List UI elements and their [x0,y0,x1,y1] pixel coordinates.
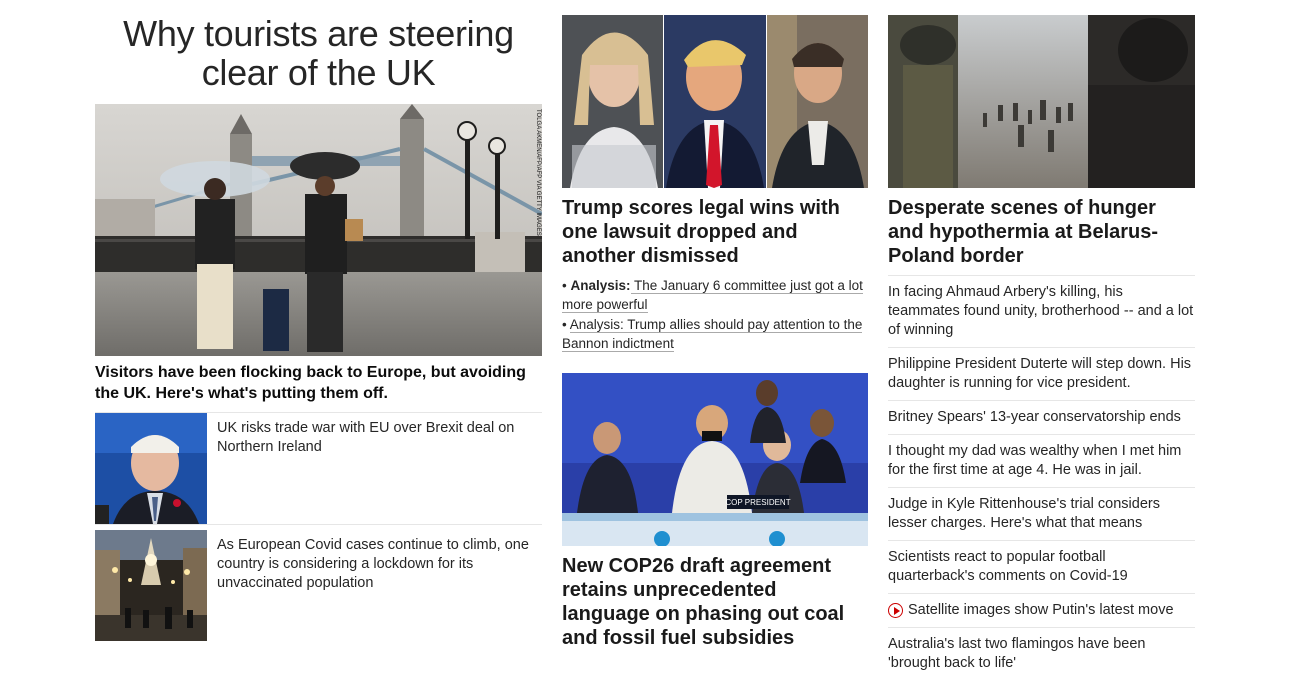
headline-link[interactable]: In facing Ahmaud Arbery's killing, his t… [888,283,1195,340]
headline-link[interactable]: Britney Spears' 13-year conservatorship … [888,408,1181,427]
headline-link[interactable]: Philippine President Duterte will step d… [888,355,1195,393]
thumbnail-boris-johnson[interactable] [95,413,207,524]
bullet-text[interactable]: Analysis: Trump allies should pay attent… [562,317,863,352]
bullet-link-bannon[interactable]: • Analysis: Trump allies should pay atte… [562,315,868,353]
hero-image-london-tourists[interactable]: TOLGA AKMEN/AFP/AFP VIA GETTY IMAGES [95,104,542,356]
video-play-icon [888,603,903,618]
list-item[interactable]: Scientists react to popular football qua… [888,541,1195,594]
story-link[interactable]: UK risks trade war with EU over Brexit d… [207,413,542,524]
list-item[interactable]: Judge in Kyle Rittenhouse's trial consid… [888,488,1195,541]
podium-label: COP PRESIDENT [725,498,790,507]
list-item[interactable]: Satellite images show Putin's latest mov… [888,594,1195,628]
hero-subheadline[interactable]: Visitors have been flocking back to Euro… [95,362,542,413]
list-item[interactable]: Philippine President Duterte will step d… [888,348,1195,401]
headline-link[interactable]: I thought my dad was wealthy when I met … [888,442,1195,480]
headline-cop26[interactable]: New COP26 draft agreement retains unprec… [562,554,868,650]
right-column: Desperate scenes of hunger and hypotherm… [888,15,1195,680]
photo-credit: TOLGA AKMEN/AFP/AFP VIA GETTY IMAGES [535,109,541,236]
list-item[interactable]: UK risks trade war with EU over Brexit d… [95,413,542,525]
thumbnail-christmas-street[interactable] [95,530,207,641]
list-item[interactable]: As European Covid cases continue to clim… [95,530,542,641]
lead-column: Why tourists are steering clear of the U… [95,14,542,641]
headline-link[interactable]: Satellite images show Putin's latest mov… [908,601,1174,620]
image-trump-legal[interactable] [562,15,868,188]
headline-link[interactable]: Australia's last two flamingos have been… [888,635,1195,673]
image-cop26-summit[interactable]: COP PRESIDENT [562,373,868,546]
list-item[interactable]: Australia's last two flamingos have been… [888,628,1195,680]
hero-headline[interactable]: Why tourists are steering clear of the U… [95,14,542,92]
list-item[interactable]: Britney Spears' 13-year conservatorship … [888,401,1195,435]
list-item[interactable]: I thought my dad was wealthy when I met … [888,435,1195,488]
list-item[interactable]: In facing Ahmaud Arbery's killing, his t… [888,276,1195,348]
headline-list: In facing Ahmaud Arbery's killing, his t… [888,275,1195,680]
image-belarus-border[interactable] [888,15,1195,188]
headline-belarus[interactable]: Desperate scenes of hunger and hypotherm… [888,196,1195,268]
story-link[interactable]: As European Covid cases continue to clim… [207,530,542,641]
analysis-label: Analysis: [570,278,631,293]
headline-link[interactable]: Judge in Kyle Rittenhouse's trial consid… [888,495,1195,533]
headline-trump[interactable]: Trump scores legal wins with one lawsuit… [562,196,868,268]
headline-link[interactable]: Scientists react to popular football qua… [888,548,1195,586]
middle-column: Trump scores legal wins with one lawsuit… [562,15,868,650]
bullet-link-jan6[interactable]: • Analysis: The January 6 committee just… [562,276,868,314]
